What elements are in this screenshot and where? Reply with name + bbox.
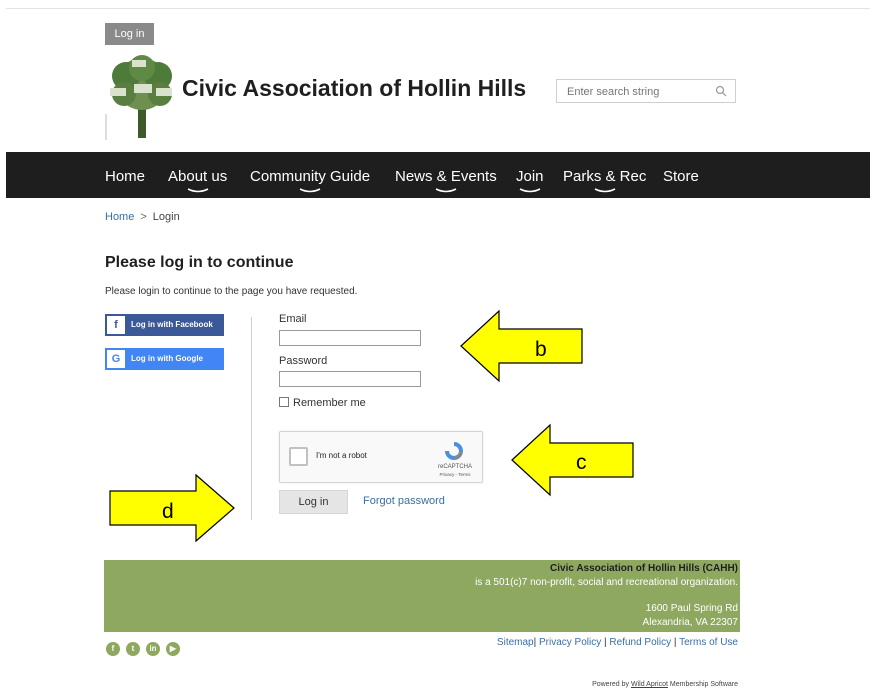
header-login-button[interactable]: Log in	[105, 23, 154, 45]
recaptcha-icon	[445, 442, 463, 460]
nav-submenu-indicator	[594, 188, 616, 193]
linkedin-icon[interactable]: in	[146, 642, 160, 656]
youtube-icon[interactable]: ▶	[166, 642, 180, 656]
nav-news-events[interactable]: News & Events	[395, 168, 497, 193]
nav-parks-rec[interactable]: Parks & Rec	[563, 168, 647, 193]
page-title: Please log in to continue	[105, 254, 294, 271]
annotation-arrow-d: d	[109, 473, 235, 543]
nav-submenu-indicator	[519, 188, 541, 193]
terms-of-use-link[interactable]: Terms of Use	[679, 637, 738, 648]
recaptcha-links[interactable]: Privacy - Terms	[432, 472, 478, 477]
footer-org-name: Civic Association of Hollin Hills (CAHH)	[550, 563, 738, 574]
tree-logo	[105, 55, 172, 140]
wild-apricot-link[interactable]: Wild Apricot	[631, 681, 668, 688]
nav-community-guide[interactable]: Community Guide	[250, 168, 371, 193]
footer-address-line1: 1600 Paul Spring Rd	[645, 603, 738, 614]
footer-org-description: is a 501(c)7 non-profit, social and recr…	[475, 577, 738, 588]
google-login-button[interactable]: G Log in with Google	[105, 348, 224, 370]
facebook-login-label: Log in with Facebook	[131, 320, 213, 329]
nav-about-us[interactable]: About us	[168, 168, 228, 193]
google-login-label: Log in with Google	[131, 354, 203, 363]
nav-community-guide-label: Community Guide	[250, 168, 371, 185]
remember-me-checkbox[interactable]	[279, 397, 289, 407]
nav-store-label: Store	[663, 168, 699, 185]
login-submit-button[interactable]: Log in	[279, 490, 348, 514]
nav-news-events-label: News & Events	[395, 168, 497, 185]
main-nav: Home About us Community Guide News & Eve…	[6, 152, 870, 198]
forgot-password-link[interactable]: Forgot password	[363, 495, 445, 507]
powered-by: Powered by Wild Apricot Membership Softw…	[592, 681, 738, 688]
top-divider	[6, 8, 870, 9]
password-label: Password	[279, 355, 328, 367]
login-divider	[251, 317, 252, 520]
nav-home-label: Home	[105, 168, 146, 185]
facebook-icon: f	[107, 316, 125, 334]
annotation-label-c: c	[576, 451, 587, 474]
footer-address-line2: Alexandria, VA 22307	[642, 617, 738, 628]
twitter-icon[interactable]: t	[126, 642, 140, 656]
remember-me-label: Remember me	[293, 397, 366, 409]
breadcrumb: Home > Login	[105, 211, 180, 223]
search-icon[interactable]	[715, 85, 727, 97]
footer-links: Sitemap| Privacy Policy | Refund Policy …	[496, 637, 738, 648]
search-box[interactable]	[556, 79, 736, 103]
powered-suffix: Membership Software	[669, 681, 738, 688]
email-field[interactable]	[279, 330, 421, 346]
recaptcha-checkbox[interactable]	[289, 447, 308, 466]
remember-me[interactable]: Remember me	[279, 397, 366, 409]
page-subtitle: Please login to continue to the page you…	[105, 286, 358, 297]
nav-submenu-indicator	[187, 188, 208, 193]
annotation-arrow-b: b	[460, 309, 583, 383]
refund-policy-link[interactable]: Refund Policy	[609, 637, 671, 648]
powered-prefix: Powered by	[592, 681, 630, 688]
search-input[interactable]	[565, 81, 719, 103]
nav-join[interactable]: Join	[516, 168, 544, 193]
nav-home[interactable]: Home	[105, 168, 145, 185]
breadcrumb-current: Login	[152, 211, 180, 223]
recaptcha-brand: reCAPTCHA	[437, 464, 472, 470]
facebook-login-button[interactable]: f Log in with Facebook	[105, 314, 224, 336]
breadcrumb-separator: >	[140, 211, 147, 223]
sitemap-link[interactable]: Sitemap	[497, 637, 534, 648]
site-title: Civic Association of Hollin Hills	[182, 75, 527, 101]
nav-join-label: Join	[516, 168, 544, 185]
annotation-label-d: d	[162, 500, 174, 523]
breadcrumb-home-link[interactable]: Home	[105, 211, 134, 223]
email-label: Email	[279, 313, 307, 325]
nav-parks-rec-label: Parks & Rec	[563, 168, 647, 185]
nav-store[interactable]: Store	[663, 168, 699, 185]
social-icons: f t in ▶	[106, 638, 186, 656]
privacy-policy-link[interactable]: Privacy Policy	[539, 637, 601, 648]
annotation-label-b: b	[535, 338, 547, 361]
facebook-icon[interactable]: f	[106, 642, 120, 656]
password-field[interactable]	[279, 371, 421, 387]
nav-about-us-label: About us	[168, 168, 228, 185]
google-icon: G	[107, 350, 125, 368]
recaptcha-label: I'm not a robot	[316, 451, 367, 460]
nav-submenu-indicator	[435, 188, 457, 193]
recaptcha-widget: I'm not a robot reCAPTCHA Privacy - Term…	[279, 431, 483, 483]
nav-submenu-indicator	[299, 188, 321, 193]
annotation-arrow-c: c	[511, 423, 634, 497]
